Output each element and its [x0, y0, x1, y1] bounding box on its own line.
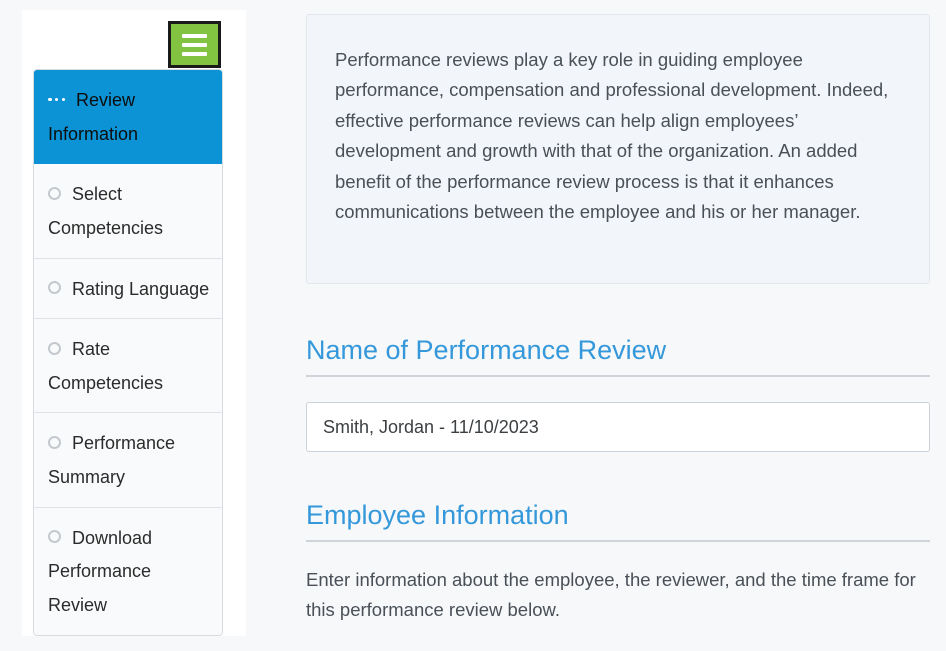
sidebar-panel: Review Information Select Competencies R…: [22, 10, 246, 636]
employee-information-description: Enter information about the employee, th…: [306, 569, 916, 620]
circle-outline-icon: [48, 187, 61, 200]
employee-information-heading: Employee Information: [306, 499, 930, 543]
sidebar-nav-list: Review Information Select Competencies R…: [33, 69, 223, 636]
review-name-input[interactable]: [306, 402, 930, 452]
circle-outline-icon: [48, 281, 61, 295]
hamburger-menu-icon-bar-1: [182, 33, 207, 38]
circle-outline-icon: [48, 436, 61, 450]
sidebar-item-performance-summary[interactable]: Performance Summary: [34, 413, 222, 508]
sidebar-item-label: Select Competencies: [48, 184, 164, 238]
intro-paragraph: Performance reviews play a key role in g…: [335, 49, 889, 223]
hamburger-menu-icon-bar-3: [182, 51, 207, 56]
sidebar-item-select-competencies[interactable]: Select Competencies: [34, 164, 222, 259]
hamburger-menu-button[interactable]: [168, 21, 221, 68]
sidebar-item-rating-language[interactable]: Rating Language: [34, 258, 222, 320]
hamburger-menu-icon-bar-2: [182, 42, 207, 47]
circle-outline-icon: [48, 530, 61, 544]
sidebar-item-rate-competencies[interactable]: Rate Competencies: [34, 319, 222, 414]
sidebar-item-label: Performance Summary: [48, 433, 176, 487]
sidebar-item-download-performance-review[interactable]: Download Performance Review: [34, 507, 222, 635]
sidebar-item-label: Rate Competencies: [48, 339, 164, 393]
ellipsis-dots-icon: [48, 93, 65, 106]
name-of-performance-review-heading: Name of Performance Review: [306, 334, 930, 378]
sidebar-item-label: Download Performance Review: [48, 527, 153, 615]
circle-outline-icon: [48, 341, 61, 355]
sidebar-item-label: Rating Language: [72, 278, 210, 299]
intro-callout-box: Performance reviews play a key role in g…: [306, 14, 930, 284]
sidebar-item-review-information[interactable]: Review Information: [34, 70, 222, 165]
main-content: Performance reviews play a key role in g…: [306, 0, 930, 651]
